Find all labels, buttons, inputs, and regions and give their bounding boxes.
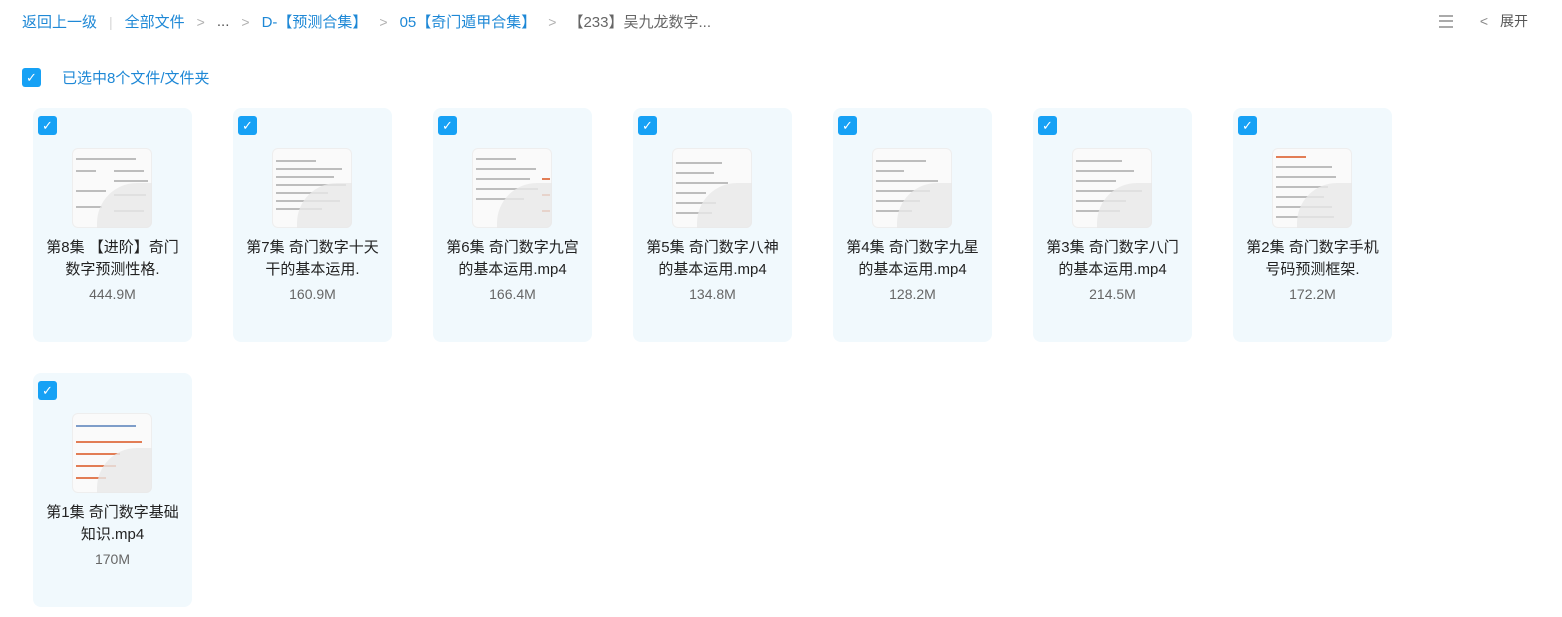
video-thumbnail [72, 413, 152, 493]
breadcrumb-all-files[interactable]: 全部文件 [125, 11, 185, 32]
back-link[interactable]: 返回上一级 [22, 11, 97, 32]
file-checkbox[interactable]: ✓ [38, 381, 57, 400]
file-size: 444.9M [89, 286, 136, 302]
video-thumbnail [1272, 148, 1352, 228]
chevron-right-icon: > [196, 13, 205, 30]
file-name: 第3集 奇门数字八门的基本运用.mp4 [1046, 239, 1179, 278]
video-thumbnail [472, 148, 552, 228]
selection-count-text: 已选中8个文件/文件夹 [62, 70, 210, 87]
file-size: 170M [94, 551, 131, 567]
video-thumbnail [872, 148, 952, 228]
file-name: 第7集 奇门数字十天干的基本运用. [246, 239, 379, 278]
file-size: 160.9M [289, 286, 336, 302]
file-checkbox[interactable]: ✓ [638, 116, 657, 135]
file-checkbox[interactable]: ✓ [838, 116, 857, 135]
file-card[interactable]: ✓ 第1集 奇门数字基础知识.mp4 170M [33, 373, 192, 607]
breadcrumb-crumb-2[interactable]: 05【奇门遁甲合集】 [400, 11, 537, 32]
file-name: 第1集 奇门数字基础知识.mp4 [46, 504, 179, 543]
file-size: 134.8M [689, 286, 736, 302]
file-size: 166.4M [489, 286, 536, 302]
chevron-right-icon: > [379, 13, 388, 30]
file-checkbox[interactable]: ✓ [1238, 116, 1257, 135]
file-name: 第4集 奇门数字九星的基本运用.mp4 [846, 239, 979, 278]
file-card[interactable]: ✓ 第8集 【进阶】奇门数字预测性格. 444.9M [33, 108, 192, 342]
file-checkbox[interactable]: ✓ [438, 116, 457, 135]
breadcrumb-ellipsis[interactable]: ... [217, 13, 230, 30]
file-size: 172.2M [1289, 286, 1336, 302]
expand-button[interactable]: 展开 [1500, 11, 1528, 31]
breadcrumb-current: 【233】吴九龙数字... [568, 14, 711, 31]
file-checkbox[interactable]: ✓ [1038, 116, 1057, 135]
file-card[interactable]: ✓ 第7集 奇门数字十天干的基本运用. 160.9M [233, 108, 392, 342]
file-name: 第2集 奇门数字手机号码预测框架. [1246, 239, 1379, 278]
chevron-left-icon[interactable]: < [1480, 13, 1488, 29]
video-thumbnail [272, 148, 352, 228]
file-card[interactable]: ✓ 第3集 奇门数字八门的基本运用.mp4 214.5M [1033, 108, 1192, 342]
view-tools: < 展开 [1438, 11, 1528, 31]
file-name: 第8集 【进阶】奇门数字预测性格. [46, 239, 179, 278]
file-card[interactable]: ✓ 第2集 奇门数字手机号码预测框架. 172.2M [1233, 108, 1392, 342]
breadcrumb-crumb-1[interactable]: D-【预测合集】 [262, 11, 368, 32]
chevron-right-icon: > [241, 13, 250, 30]
top-bar: 返回上一级 | 全部文件 > ... > D-【预测合集】 > 05【奇门遁甲合… [0, 0, 1562, 44]
selection-bar: ✓ 已选中8个文件/文件夹 [22, 67, 210, 88]
breadcrumb: 返回上一级 | 全部文件 > ... > D-【预测合集】 > 05【奇门遁甲合… [22, 11, 711, 32]
video-thumbnail [672, 148, 752, 228]
file-card[interactable]: ✓ 第4集 奇门数字九星的基本运用.mp4 128.2M [833, 108, 992, 342]
file-checkbox[interactable]: ✓ [238, 116, 257, 135]
file-card[interactable]: ✓ 第6集 奇门数字九宫的基本运用.mp4 166.4M [433, 108, 592, 342]
video-thumbnail [72, 148, 152, 228]
video-thumbnail [1072, 148, 1152, 228]
file-card[interactable]: ✓ 第5集 奇门数字八神的基本运用.mp4 134.8M [633, 108, 792, 342]
file-checkbox[interactable]: ✓ [38, 116, 57, 135]
file-name: 第5集 奇门数字八神的基本运用.mp4 [646, 239, 779, 278]
chevron-right-icon: > [548, 13, 557, 30]
file-size: 128.2M [889, 286, 936, 302]
select-all-checkbox[interactable]: ✓ [22, 68, 41, 87]
divider: | [109, 13, 113, 30]
list-view-icon[interactable] [1438, 13, 1454, 29]
file-name: 第6集 奇门数字九宫的基本运用.mp4 [446, 239, 579, 278]
file-size: 214.5M [1089, 286, 1136, 302]
